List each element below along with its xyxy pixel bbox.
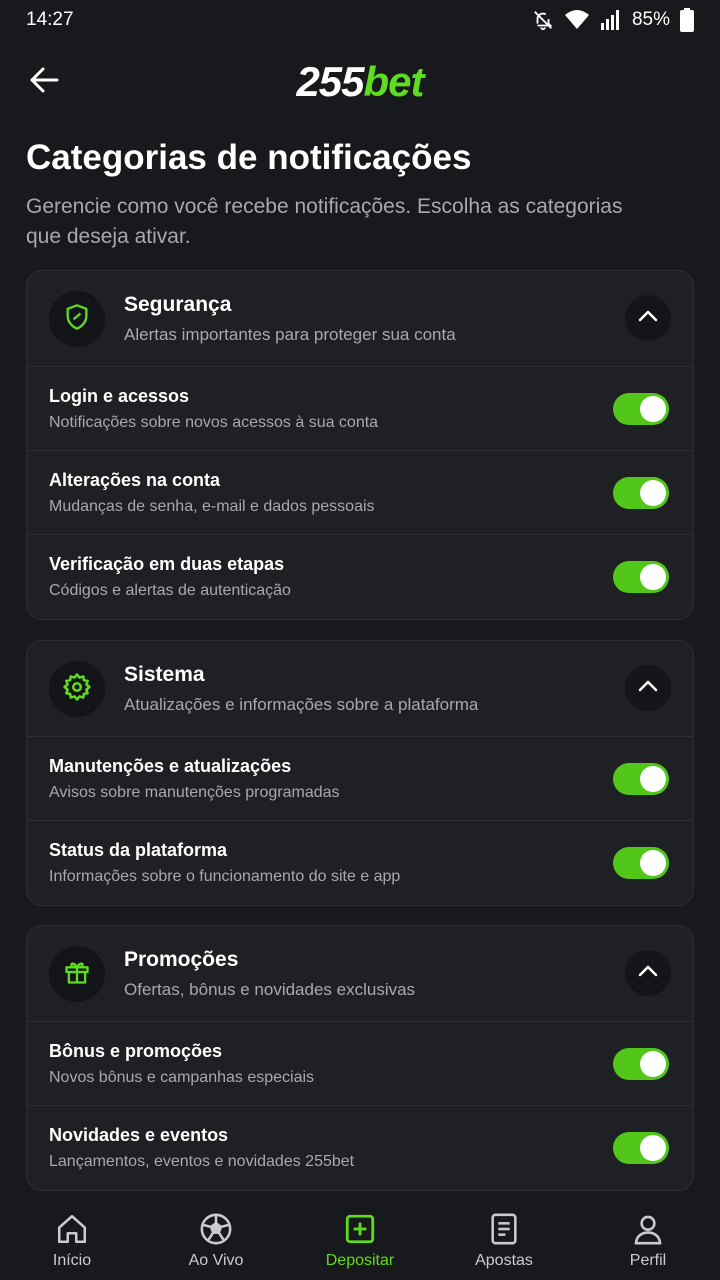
setting-row: Alterações na conta Mudanças de senha, e… bbox=[27, 451, 693, 535]
setting-subtitle: Lançamentos, eventos e novidades 255bet bbox=[49, 1153, 355, 1170]
bottom-nav: Início Ao Vivo Depositar Apostas Perfil bbox=[0, 1196, 720, 1280]
nav-item-ao-vivo[interactable]: Ao Vivo bbox=[144, 1196, 288, 1280]
category-icon-badge bbox=[49, 946, 105, 1002]
nav-label: Apostas bbox=[475, 1252, 533, 1269]
setting-toggle[interactable] bbox=[613, 763, 669, 795]
setting-row: Verificação em duas etapas Códigos e ale… bbox=[27, 535, 693, 619]
setting-row: Manutenções e atualizações Avisos sobre … bbox=[27, 737, 693, 821]
setting-row: Status da plataforma Informações sobre o… bbox=[27, 821, 693, 905]
category-header: Sistema Atualizações e informações sobre… bbox=[27, 641, 693, 737]
category-subtitle: Alertas importantes para proteger sua co… bbox=[124, 325, 456, 344]
status-bar: 14:27 85% bbox=[0, 0, 720, 40]
chevron-up-icon bbox=[638, 964, 658, 982]
setting-subtitle: Informações sobre o funcionamento do sit… bbox=[49, 868, 401, 885]
nav-item-apostas[interactable]: Apostas bbox=[432, 1196, 576, 1280]
category-title: Promoções bbox=[124, 948, 239, 971]
setting-row: Bônus e promoções Novos bônus e campanha… bbox=[27, 1022, 693, 1106]
battery-percent: 85% bbox=[631, 9, 670, 30]
shield-icon bbox=[63, 303, 91, 336]
setting-title: Status da plataforma bbox=[49, 840, 228, 860]
toggle-knob bbox=[640, 766, 666, 792]
category-header: Segurança Alertas importantes para prote… bbox=[27, 271, 693, 367]
setting-toggle[interactable] bbox=[613, 477, 669, 509]
setting-toggle[interactable] bbox=[613, 561, 669, 593]
logo-number: 255 bbox=[296, 58, 364, 105]
page-description: Gerencie como você recebe notificações. … bbox=[26, 195, 623, 248]
setting-title: Novidades e eventos bbox=[49, 1125, 229, 1145]
home-icon bbox=[54, 1212, 90, 1246]
toggle-knob bbox=[640, 480, 666, 506]
page-title: Categorias de notificações bbox=[26, 138, 472, 177]
category-title: Segurança bbox=[124, 293, 232, 316]
category-card-seguranca: Segurança Alertas importantes para prote… bbox=[26, 270, 694, 620]
setting-subtitle: Códigos e alertas de autenticação bbox=[49, 582, 291, 599]
setting-title: Manutenções e atualizações bbox=[49, 756, 292, 776]
top-bar: 255bet bbox=[0, 50, 720, 112]
gear-icon bbox=[62, 672, 92, 707]
nav-label: Depositar bbox=[325, 1252, 395, 1269]
setting-toggle[interactable] bbox=[613, 1048, 669, 1080]
setting-toggle[interactable] bbox=[613, 847, 669, 879]
collapse-button[interactable] bbox=[625, 950, 671, 996]
nav-label: Perfil bbox=[629, 1252, 667, 1269]
setting-subtitle: Mudanças de senha, e-mail e dados pessoa… bbox=[49, 498, 375, 515]
gift-icon bbox=[63, 958, 91, 991]
user-icon bbox=[630, 1212, 666, 1246]
wifi-icon bbox=[564, 9, 590, 31]
setting-title: Login e acessos bbox=[49, 386, 190, 406]
document-icon bbox=[486, 1212, 522, 1246]
setting-subtitle: Notificações sobre novos acessos à sua c… bbox=[49, 414, 379, 431]
nav-label: Ao Vivo bbox=[188, 1252, 244, 1269]
logo-bet: bet bbox=[363, 58, 425, 105]
soccer-ball-icon bbox=[198, 1212, 234, 1246]
category-title: Sistema bbox=[124, 663, 205, 686]
setting-title: Alterações na conta bbox=[49, 470, 221, 490]
nav-item-perfil[interactable]: Perfil bbox=[576, 1196, 720, 1280]
toggle-knob bbox=[640, 396, 666, 422]
plus-square-icon bbox=[342, 1212, 378, 1246]
setting-row: Novidades e eventos Lançamentos, eventos… bbox=[27, 1106, 693, 1190]
setting-toggle[interactable] bbox=[613, 1132, 669, 1164]
category-card-sistema: Sistema Atualizações e informações sobre… bbox=[26, 640, 694, 906]
collapse-button[interactable] bbox=[625, 665, 671, 711]
setting-title: Verificação em duas etapas bbox=[49, 554, 285, 574]
category-header: Promoções Ofertas, bônus e novidades exc… bbox=[27, 926, 693, 1022]
toggle-knob bbox=[640, 850, 666, 876]
brand-logo: 255bet bbox=[0, 58, 720, 106]
nav-item-inicio[interactable]: Início bbox=[0, 1196, 144, 1280]
setting-title: Bônus e promoções bbox=[49, 1041, 223, 1061]
category-icon-badge bbox=[49, 291, 105, 347]
setting-subtitle: Avisos sobre manutenções programadas bbox=[49, 784, 340, 801]
status-icons: 85% bbox=[532, 8, 694, 32]
signal-icon bbox=[600, 9, 622, 31]
nav-label: Início bbox=[52, 1252, 92, 1269]
battery-icon bbox=[680, 8, 694, 32]
chevron-up-icon bbox=[638, 679, 658, 697]
chevron-up-icon bbox=[638, 309, 658, 327]
category-icon-badge bbox=[49, 661, 105, 717]
bell-off-icon bbox=[532, 9, 554, 31]
category-subtitle: Atualizações e informações sobre a plata… bbox=[124, 695, 479, 714]
category-subtitle: Ofertas, bônus e novidades exclusivas bbox=[124, 980, 416, 999]
toggle-knob bbox=[640, 1135, 666, 1161]
setting-toggle[interactable] bbox=[613, 393, 669, 425]
setting-row: Login e acessos Notificações sobre novos… bbox=[27, 367, 693, 451]
status-time: 14:27 bbox=[26, 9, 74, 30]
nav-item-depositar[interactable]: Depositar bbox=[288, 1196, 432, 1280]
toggle-knob bbox=[640, 564, 666, 590]
toggle-knob bbox=[640, 1051, 666, 1077]
category-card-promocoes: Promoções Ofertas, bônus e novidades exc… bbox=[26, 925, 694, 1191]
setting-subtitle: Novos bônus e campanhas especiais bbox=[49, 1069, 315, 1086]
collapse-button[interactable] bbox=[625, 295, 671, 341]
